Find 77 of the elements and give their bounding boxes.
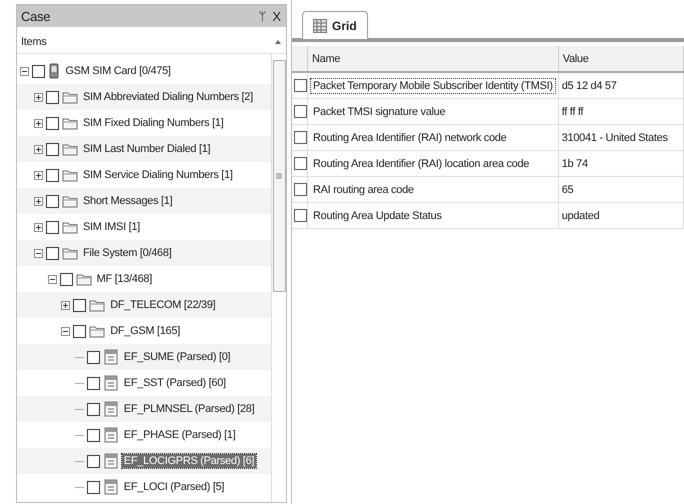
table-cell: updated <box>558 202 684 228</box>
grip-icon <box>276 173 282 179</box>
checkbox[interactable] <box>46 168 59 182</box>
calendar-icon <box>102 427 119 443</box>
calendar-icon <box>102 479 119 495</box>
calendar-icon <box>102 453 119 469</box>
grid-icon <box>313 18 327 32</box>
tree-item[interactable]: SIM IMSI [1] <box>81 220 142 234</box>
pin-button[interactable]: ᛘ <box>257 8 268 24</box>
column-header[interactable]: Value <box>558 46 684 72</box>
tree-item[interactable]: EF_LOCIGPRS (Parsed) [6] <box>122 454 256 468</box>
checkbox[interactable] <box>294 79 307 92</box>
table-cell: d5 12 d4 57 <box>558 72 684 98</box>
table-cell-text: Routing Area Identifier (RAI) network code <box>312 130 508 144</box>
tree-item[interactable]: GSM SIM Card [0/475] <box>63 64 173 78</box>
expand-toggle[interactable] <box>34 144 43 154</box>
collapse-toggle[interactable] <box>48 274 57 284</box>
expand-toggle[interactable] <box>34 170 43 180</box>
checkbox[interactable] <box>86 350 100 364</box>
checkbox[interactable] <box>294 105 307 118</box>
collapse-toggle[interactable] <box>61 326 70 336</box>
scroll-thumb[interactable] <box>272 60 286 292</box>
expand-toggle[interactable] <box>34 222 43 232</box>
tree-item[interactable]: SIM Fixed Dialing Numbers [1] <box>81 116 226 130</box>
checkbox[interactable] <box>60 272 73 286</box>
checkbox[interactable] <box>86 428 100 442</box>
checkbox[interactable] <box>46 194 59 208</box>
table-cell: ff ff ff <box>558 98 684 124</box>
checkbox[interactable] <box>73 324 86 338</box>
table-cell: 65 <box>558 176 684 202</box>
calendar-icon <box>102 401 119 417</box>
expand-toggle[interactable] <box>61 300 70 310</box>
checkbox[interactable] <box>46 142 59 156</box>
checkbox[interactable] <box>294 157 307 170</box>
checkbox[interactable] <box>46 90 59 104</box>
calendar-icon <box>102 349 119 365</box>
phone-icon <box>48 63 60 79</box>
checkbox[interactable] <box>294 209 307 222</box>
checkbox[interactable] <box>46 246 59 260</box>
column-header[interactable]: Name <box>308 46 558 72</box>
tree-item[interactable]: MF [13/468] <box>94 272 154 286</box>
tree-item[interactable]: Short Messages [1] <box>81 194 174 208</box>
collapse-toggle[interactable] <box>34 248 43 258</box>
tree-item[interactable]: File System [0/468] <box>81 246 174 260</box>
expand-toggle[interactable] <box>34 196 43 206</box>
tab[interactable]: Grid <box>302 11 368 39</box>
checkbox[interactable] <box>32 64 46 78</box>
checkbox[interactable] <box>46 116 59 130</box>
table-cell-text: Packet TMSI signature value <box>312 104 446 118</box>
calendar-icon <box>102 375 119 391</box>
checkbox[interactable] <box>294 131 307 144</box>
table-cell-text: Routing Area Identifier (RAI) location area code <box>312 156 530 170</box>
checkbox[interactable] <box>46 220 59 234</box>
scroll-up-icon <box>274 38 282 46</box>
expand-toggle[interactable] <box>34 118 43 128</box>
tree-item[interactable]: EF_SST (Parsed) [60] <box>122 376 228 390</box>
table-cell: 310041 - United States <box>558 124 684 150</box>
checkbox[interactable] <box>73 298 86 312</box>
table-cell-text: RAI routing area code <box>312 182 415 196</box>
collapse-toggle[interactable] <box>20 66 30 76</box>
scrollbar[interactable] <box>271 54 286 502</box>
tree-item[interactable]: DF_GSM [165] <box>108 324 182 338</box>
tree-item[interactable]: EF_LOCI (Parsed) [5] <box>122 480 226 494</box>
checkbox[interactable] <box>86 376 100 390</box>
checkbox[interactable] <box>294 183 307 196</box>
expand-toggle[interactable] <box>34 92 43 102</box>
column-header: Items <box>21 36 46 48</box>
tree-item[interactable]: SIM Service Dialing Numbers [1] <box>81 168 235 182</box>
tree-item[interactable]: EF_PHASE (Parsed) [1] <box>122 428 238 442</box>
checkbox[interactable] <box>86 480 100 494</box>
table-cell: Packet Temporary Mobile Subscriber Identity (TMSI) <box>311 78 555 92</box>
table-cell: 1b 74 <box>558 150 684 176</box>
table-cell-text: Routing Area Update Status <box>312 208 443 222</box>
close-button[interactable]: X <box>271 8 282 24</box>
panel-title: Case <box>21 8 52 24</box>
checkbox[interactable] <box>86 454 100 468</box>
checkbox[interactable] <box>86 402 100 416</box>
